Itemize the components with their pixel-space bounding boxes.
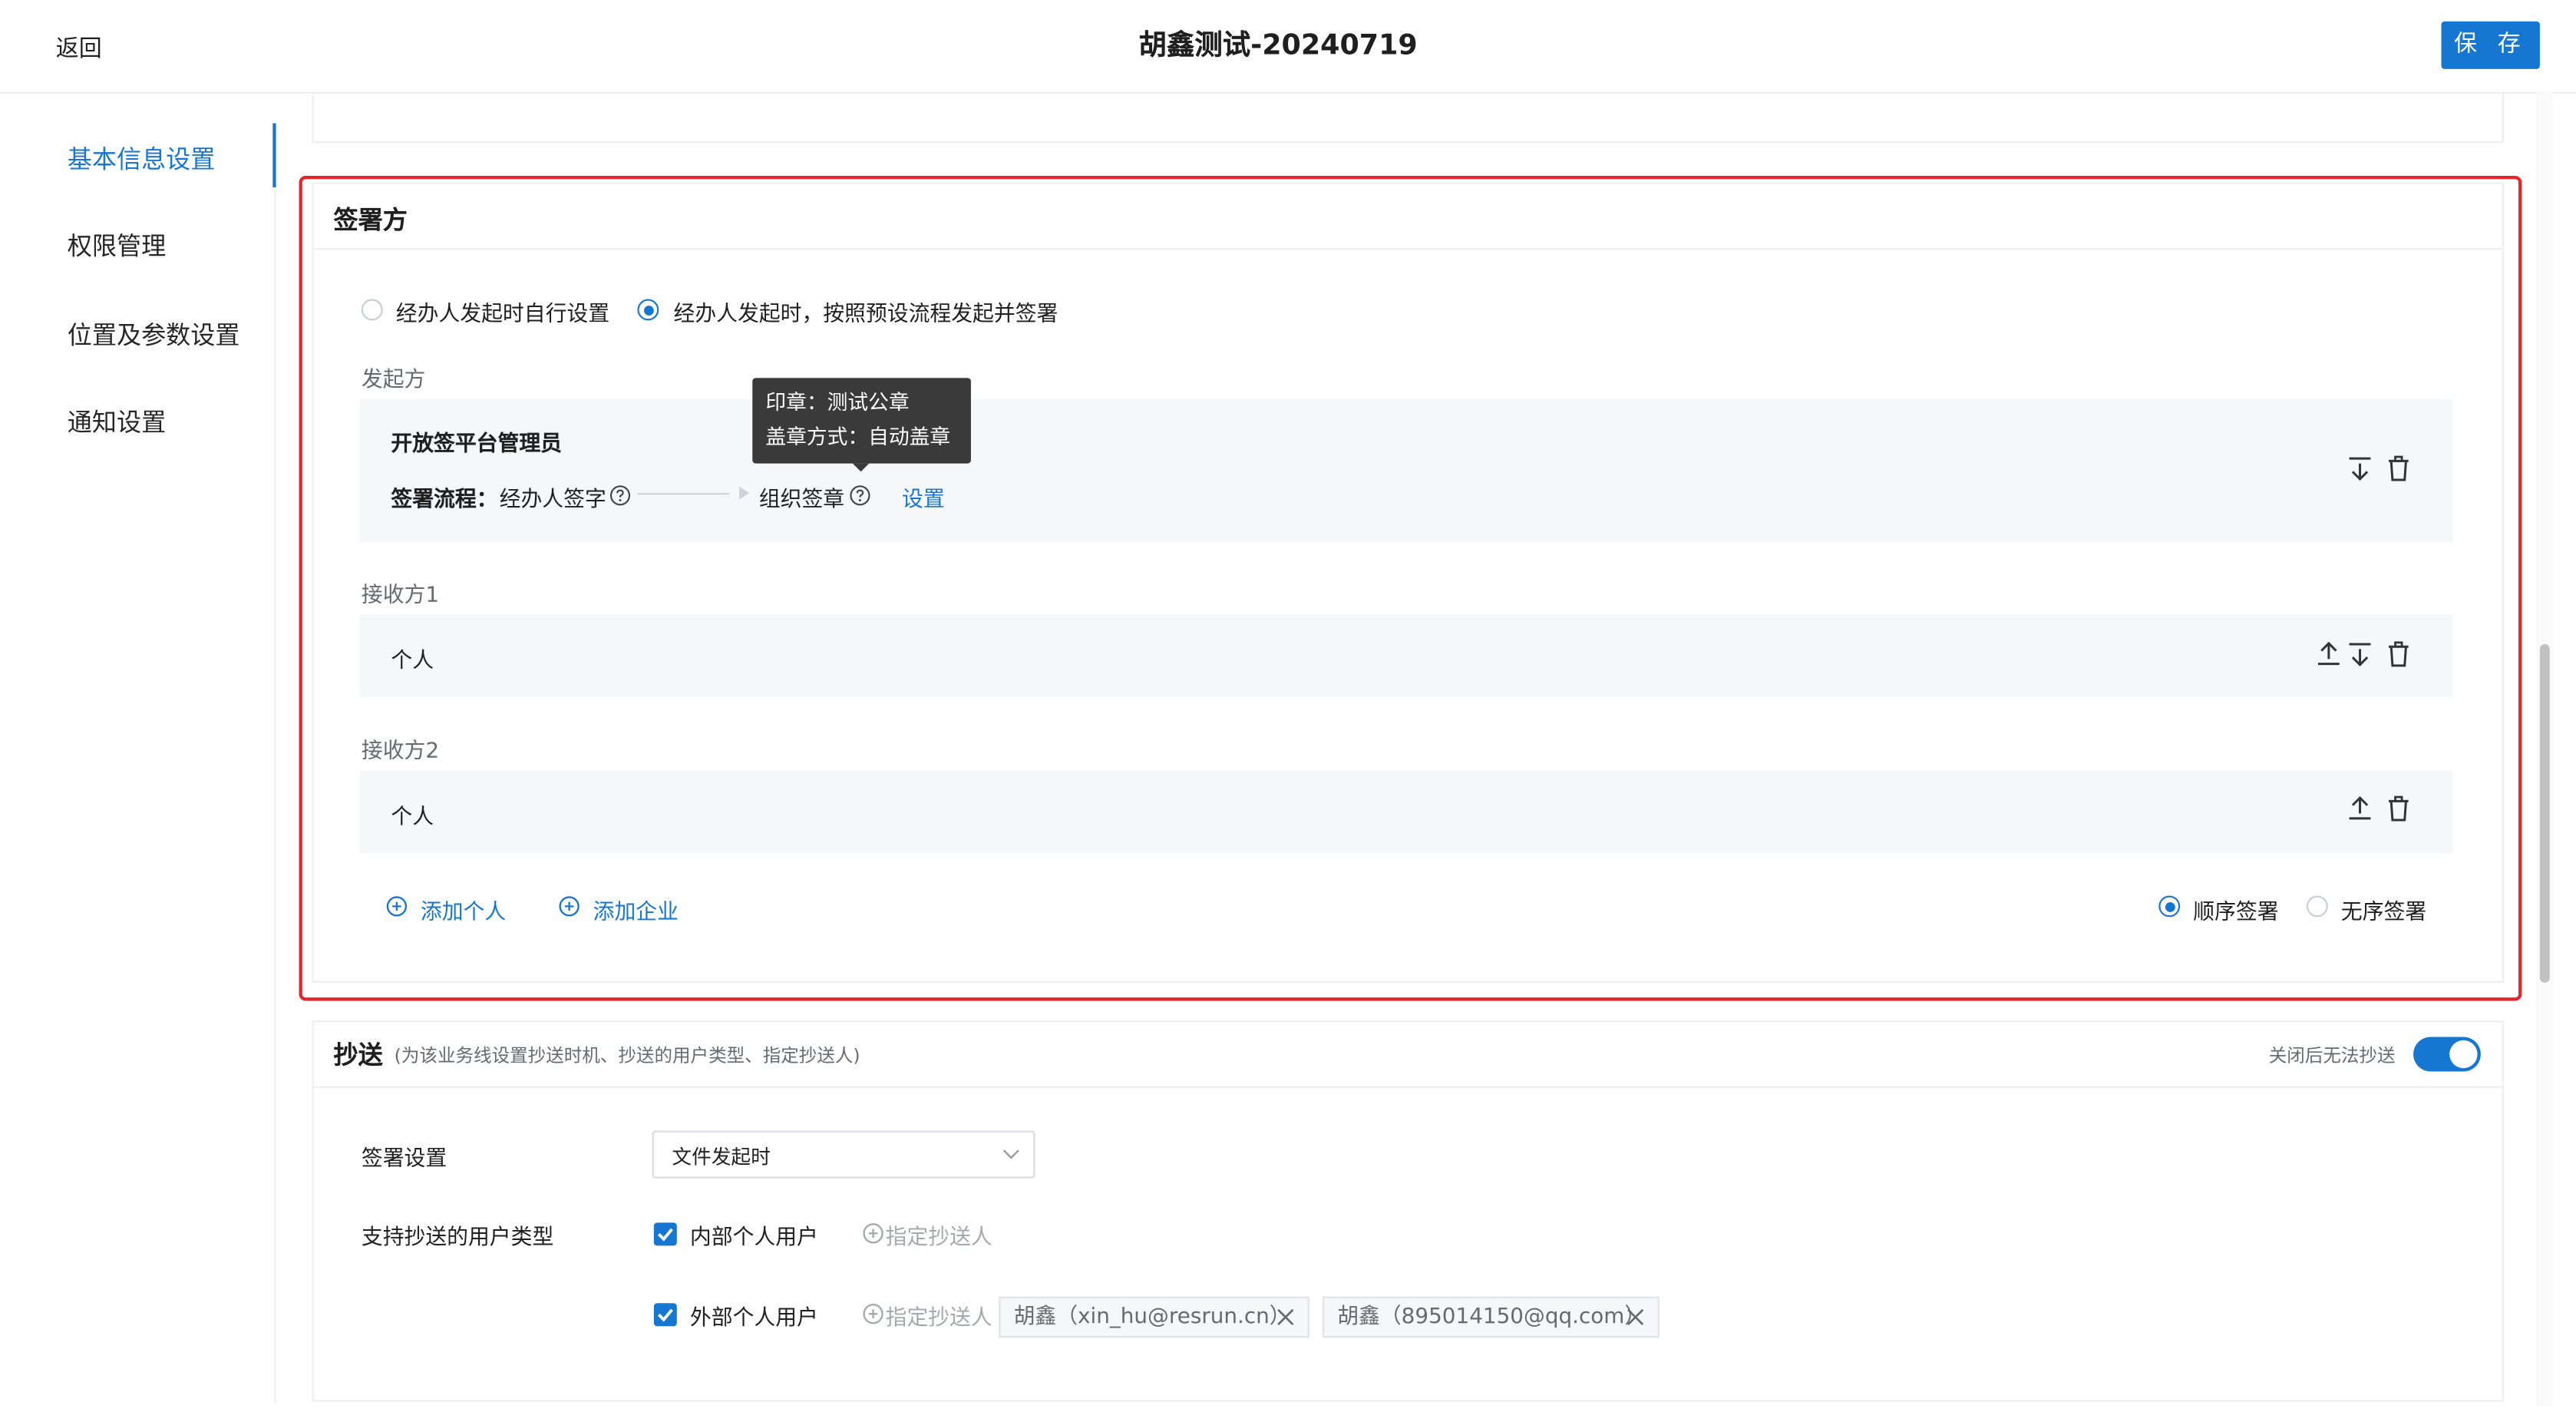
sign-setting-select[interactable]: 文件发起时: [652, 1130, 1035, 1179]
chevron-down-icon: [1002, 1149, 1021, 1160]
sign-setting-value: 文件发起时: [672, 1145, 771, 1169]
recipient-tag: 胡鑫（895014150@qq.com）: [1322, 1296, 1660, 1338]
sidebar-item-basic-info[interactable]: 基本信息设置: [68, 141, 216, 176]
user-type-label: 支持抄送的用户类型: [361, 1225, 554, 1251]
sidebar-item-permissions[interactable]: 权限管理: [68, 229, 166, 263]
external-user-checkbox[interactable]: [653, 1303, 677, 1327]
sidebar-divider: [274, 187, 276, 1404]
sidebar-active-indicator: [272, 123, 276, 187]
add-circle-icon[interactable]: [863, 1222, 884, 1244]
close-icon[interactable]: [1276, 1308, 1295, 1327]
cc-title: 抄送: [333, 1040, 383, 1070]
add-circle-icon[interactable]: [863, 1303, 884, 1324]
top-bar: 返回 胡鑫测试-20240719 保 存: [0, 0, 2576, 94]
basic-info-card-bottom: [312, 91, 2504, 144]
sign-setting-label: 签署设置: [361, 1146, 447, 1172]
close-icon[interactable]: [1627, 1308, 1645, 1327]
cc-toggle-hint: 关闭后无法抄送: [2268, 1045, 2396, 1067]
cc-toggle-switch[interactable]: [2413, 1037, 2481, 1072]
app-window: 返回 胡鑫测试-20240719 保 存 基本信息设置 权限管理 位置及参数设置…: [0, 0, 2576, 1422]
sidebar-item-position-params[interactable]: 位置及参数设置: [68, 317, 240, 352]
internal-assign-link[interactable]: 指定抄送人: [886, 1219, 992, 1251]
recipient-tag-text: 胡鑫（xin_hu@resrun.cn）: [1013, 1305, 1291, 1330]
cc-card: [312, 1020, 2504, 1402]
highlight-box: [299, 176, 2522, 1001]
scrollbar-thumb[interactable]: [2539, 643, 2550, 983]
save-button[interactable]: 保 存: [2441, 21, 2540, 69]
external-user-label[interactable]: 外部个人用户: [690, 1300, 818, 1331]
external-assign-link[interactable]: 指定抄送人: [886, 1300, 992, 1331]
internal-user-checkbox[interactable]: [653, 1222, 677, 1246]
sidebar-item-notification[interactable]: 通知设置: [68, 405, 166, 439]
internal-user-label[interactable]: 内部个人用户: [690, 1219, 818, 1251]
card-divider: [313, 1086, 2502, 1088]
page-title: 胡鑫测试-20240719: [1138, 29, 1418, 63]
cc-subtitle: (为该业务线设置抄送时机、抄送的用户类型、指定抄送人): [394, 1045, 860, 1067]
recipient-tag-text: 胡鑫（895014150@qq.com）: [1337, 1305, 1646, 1330]
recipient-tag: 胡鑫（xin_hu@resrun.cn）: [999, 1296, 1309, 1338]
